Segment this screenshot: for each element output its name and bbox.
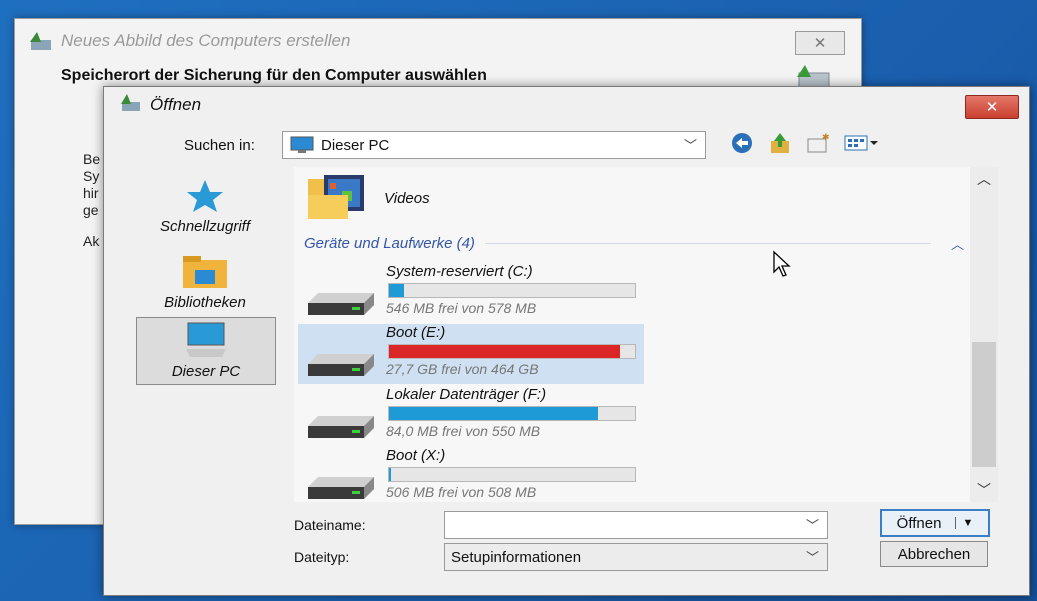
drive-item[interactable]: System-reserviert (C:) 546 MB frei von 57… [298, 263, 644, 323]
background-text-fragment: hir [83, 185, 99, 201]
open-file-dialog: Öffnen ✕ Suchen in: Dieser PC ﹀ ✱ Schnel… [103, 86, 1030, 596]
drive-usage-fill [389, 407, 599, 420]
filename-row: Dateiname: ﹀ [294, 511, 828, 539]
drive-item[interactable]: Boot (X:) 506 MB frei von 508 MB [298, 447, 644, 502]
star-icon [183, 178, 227, 218]
look-in-row: Suchen in: Dieser PC ﹀ [184, 131, 706, 159]
background-text-fragment: ge [83, 202, 99, 218]
background-text-fragment: Ak [83, 233, 100, 249]
dialog-title-bar: Öffnen [104, 87, 1029, 123]
open-button[interactable]: Öffnen ▼ [880, 509, 990, 537]
view-menu-icon[interactable] [844, 131, 880, 155]
background-close-button[interactable]: ✕ [795, 31, 845, 55]
list-item-videos[interactable]: Videos [306, 171, 430, 226]
cancel-button[interactable]: Abbrechen [880, 541, 988, 567]
filetype-value: Setupinformationen [451, 548, 582, 566]
look-in-dropdown[interactable]: Dieser PC ﹀ [282, 131, 706, 159]
filename-label: Dateiname: [294, 517, 366, 533]
group-header-devices[interactable]: Geräte und Laufwerke (4) ︿ [304, 233, 964, 253]
dialog-title: Öffnen [150, 95, 202, 114]
background-text-fragment: Be [83, 151, 101, 167]
drive-usage-fill [389, 284, 404, 297]
place-this-pc[interactable]: Dieser PC [136, 317, 276, 385]
computer-icon [289, 136, 315, 154]
drive-free-space: 27,7 GB frei von 464 GB [386, 361, 539, 377]
drive-free-space: 546 MB frei von 578 MB [386, 300, 537, 316]
look-in-value: Dieser PC [321, 136, 390, 154]
place-label: Bibliotheken [164, 294, 246, 311]
hard-drive-icon [306, 291, 376, 317]
split-dropdown-icon[interactable]: ▼ [955, 517, 973, 529]
mouse-cursor-icon [772, 250, 794, 283]
chevron-down-icon[interactable]: ﹀ [806, 515, 819, 534]
scroll-up-icon[interactable]: ︿ [970, 169, 998, 189]
drive-item[interactable]: Boot (E:) 27,7 GB frei von 464 GB [298, 324, 644, 384]
filetype-dropdown[interactable]: Setupinformationen ﹀ [444, 543, 828, 571]
scroll-thumb[interactable] [972, 342, 996, 467]
filename-input[interactable]: ﹀ [444, 511, 828, 539]
look-in-label: Suchen in: [184, 136, 255, 154]
hard-drive-icon [306, 414, 376, 440]
up-folder-icon[interactable] [768, 131, 792, 155]
background-heading: Speicherort der Sicherung für den Comput… [61, 67, 487, 84]
open-button-label: Öffnen [896, 514, 942, 532]
drive-usage-bar [388, 344, 636, 359]
drive-free-space: 506 MB frei von 508 MB [386, 484, 537, 500]
place-label: Schnellzugriff [159, 218, 251, 235]
dialog-close-button[interactable]: ✕ [965, 95, 1019, 119]
computer-icon [182, 319, 230, 363]
drive-item[interactable]: Lokaler Datenträger (F:) 84,0 MB frei von… [298, 386, 644, 446]
places-bar: Schnellzugriff Bibliotheken Dieser PC [116, 169, 276, 499]
drive-name: Boot (X:) [386, 447, 446, 464]
drive-usage-bar [388, 406, 636, 421]
background-window-title: Neues Abbild des Computers erstellen [61, 31, 351, 50]
chevron-down-icon[interactable]: ﹀ [684, 135, 697, 154]
drive-usage-bar [388, 467, 636, 482]
drive-name: System-reserviert (C:) [386, 263, 533, 280]
svg-text:✱: ✱ [822, 132, 830, 142]
scroll-down-icon[interactable]: ﹀ [970, 480, 998, 500]
drive-name: Lokaler Datenträger (F:) [386, 386, 547, 403]
place-quick-access[interactable]: Schnellzugriff [136, 169, 274, 235]
library-folder-icon [181, 254, 229, 294]
group-divider [484, 242, 931, 244]
drive-free-space: 84,0 MB frei von 550 MB [386, 423, 541, 439]
place-label: Dieser PC [171, 363, 241, 380]
vertical-scrollbar[interactable]: ︿ ﹀ [970, 167, 998, 502]
videos-folder-icon [306, 171, 368, 226]
drive-name: Boot (E:) [386, 324, 446, 341]
filetype-row: Dateityp: Setupinformationen ﹀ [294, 543, 828, 571]
drive-usage-fill [389, 468, 392, 481]
place-libraries[interactable]: Bibliotheken [136, 245, 274, 311]
new-folder-icon[interactable]: ✱ [806, 131, 830, 155]
back-icon[interactable] [730, 131, 754, 155]
dialog-toolbar: ✱ [730, 131, 880, 155]
drive-usage-fill [389, 345, 621, 358]
chevron-down-icon[interactable]: ﹀ [806, 547, 819, 566]
background-title-bar: Neues Abbild des Computers erstellen [15, 19, 861, 63]
drive-usage-bar [388, 283, 636, 298]
backup-app-icon [27, 30, 53, 52]
background-text-fragment: Sy [83, 168, 100, 184]
chevron-up-icon[interactable]: ︿ [951, 234, 964, 253]
hard-drive-icon [306, 352, 376, 378]
item-name: Videos [384, 190, 430, 207]
hard-drive-icon [306, 475, 376, 501]
file-list: Videos Geräte und Laufwerke (4) ︿ System… [294, 167, 994, 502]
filetype-label: Dateityp: [294, 549, 350, 565]
dialog-app-icon [118, 93, 142, 118]
group-title: Geräte und Laufwerke (4) [304, 234, 475, 252]
